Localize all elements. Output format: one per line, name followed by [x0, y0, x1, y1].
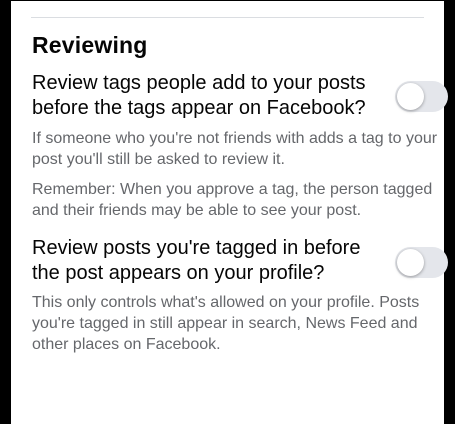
phone-frame: Reviewing Review tags people add to your…: [0, 0, 455, 424]
setting-review-tags: Review tags people add to your posts bef…: [32, 71, 450, 121]
section-title: Reviewing: [32, 32, 148, 58]
reviewing-section: Reviewing Review tags people add to your…: [32, 31, 450, 355]
toggle-knob: [397, 248, 424, 276]
setting-review-posts: Review posts you're tagged in before the…: [32, 236, 450, 286]
setting-description: If someone who you're not friends with a…: [32, 130, 438, 168]
section-divider: [31, 17, 424, 18]
setting-reminder: Remember: When you approve a tag, the pe…: [32, 181, 433, 219]
setting-description: This only controls what's allowed on you…: [32, 294, 420, 353]
review-tags-toggle[interactable]: [395, 80, 448, 112]
setting-title-review-tags: Review tags people add to your posts bef…: [32, 72, 366, 119]
review-posts-toggle[interactable]: [395, 246, 448, 278]
toggle-knob: [397, 82, 424, 110]
setting-title-review-posts: Review posts you're tagged in before the…: [32, 237, 361, 284]
